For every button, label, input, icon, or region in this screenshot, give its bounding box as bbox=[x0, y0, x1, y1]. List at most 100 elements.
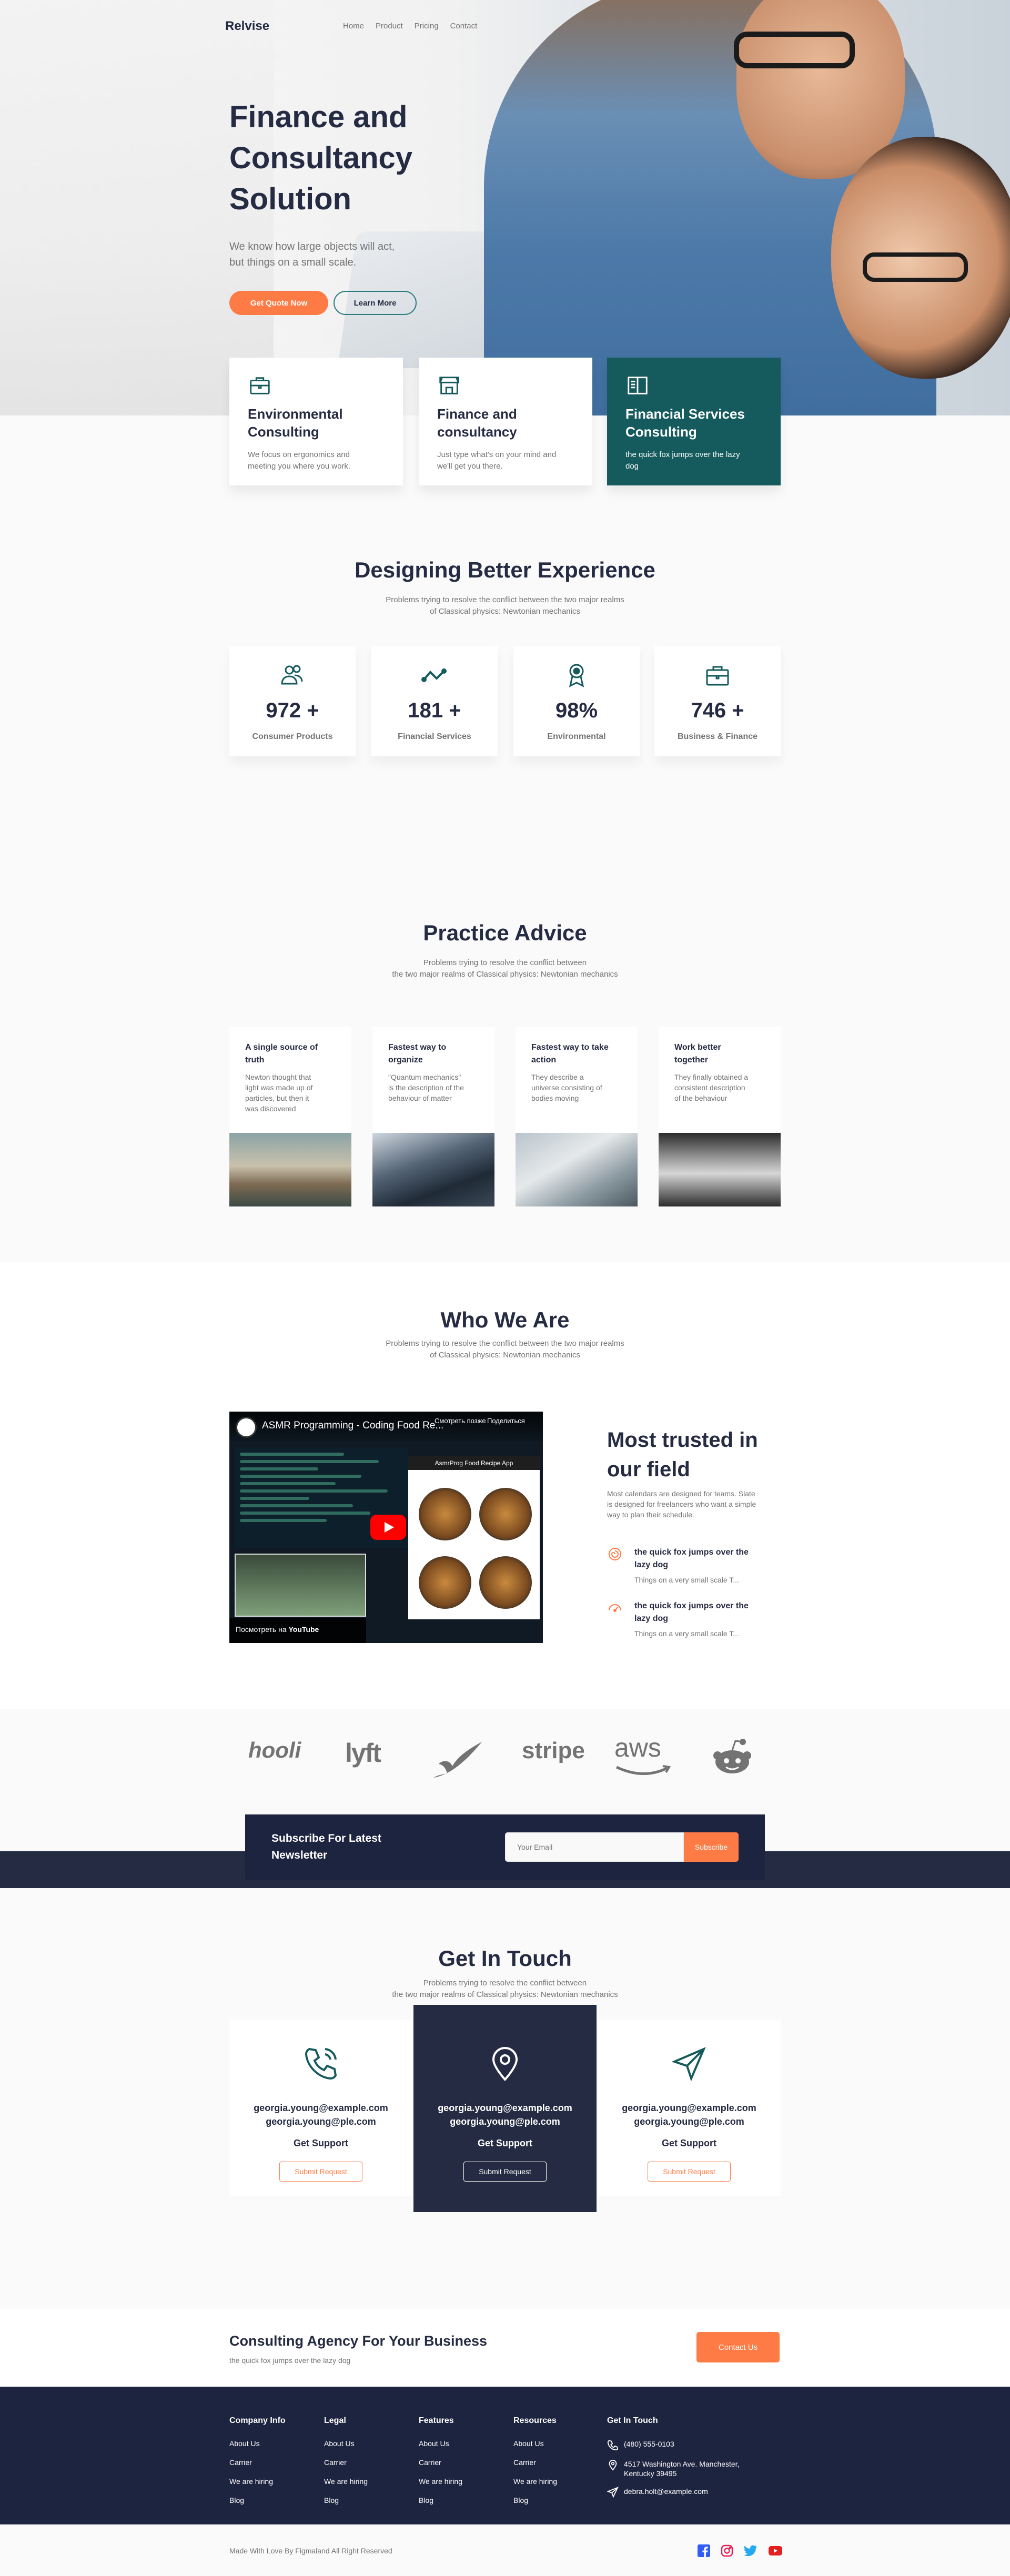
footer-column-company: Company Info About Us Carrier We are hir… bbox=[229, 2416, 286, 2515]
subscribe-title: Subscribe For Latest Newsletter bbox=[271, 1832, 381, 1861]
stat-label: Financial Services bbox=[398, 732, 471, 741]
phone-icon bbox=[607, 2440, 619, 2451]
feature-card-financial-services[interactable]: Financial Services Consulting the quick f… bbox=[607, 358, 781, 485]
footer-link[interactable]: Carrier bbox=[229, 2458, 286, 2467]
practice-card[interactable]: Fastest way to take action They describe … bbox=[516, 1027, 638, 1206]
footer-link[interactable]: Blog bbox=[513, 2496, 557, 2504]
nav-link-pricing[interactable]: Pricing bbox=[415, 22, 439, 31]
share-button[interactable]: Поделиться bbox=[487, 1417, 525, 1425]
submit-request-button[interactable]: Submit Request bbox=[648, 2162, 731, 2182]
practice-card-title: Work better together bbox=[674, 1043, 721, 1064]
contact-us-button[interactable]: Contact Us bbox=[696, 2332, 780, 2362]
facebook-icon[interactable] bbox=[698, 2544, 710, 2557]
play-button[interactable] bbox=[370, 1515, 406, 1540]
hero-title-line: Consultancy bbox=[229, 141, 413, 175]
footer-link[interactable]: We are hiring bbox=[419, 2477, 462, 2486]
nav-link-contact[interactable]: Contact bbox=[450, 22, 478, 31]
contact-email[interactable]: georgia.young@example.com bbox=[598, 2101, 781, 2115]
footer-link[interactable]: Blog bbox=[419, 2496, 462, 2504]
contact-email[interactable]: georgia.young@ple.com bbox=[413, 2115, 597, 2128]
footer-link[interactable]: About Us bbox=[513, 2439, 557, 2448]
footer-link[interactable]: We are hiring bbox=[513, 2477, 557, 2486]
email-input[interactable] bbox=[505, 1832, 684, 1862]
briefcase-icon bbox=[706, 666, 729, 686]
practice-card[interactable]: A single source of truth Newton thought t… bbox=[229, 1027, 351, 1206]
stat-card-business-finance: 746 + Business & Finance bbox=[654, 646, 781, 756]
feature-text: the quick fox jumps over the lazy dog bbox=[625, 450, 740, 471]
feature-text: Just type what's on your mind and we'll g… bbox=[437, 450, 557, 471]
subscribe-button[interactable]: Subscribe bbox=[684, 1832, 739, 1862]
get-in-touch-section: Get In Touch Problems trying to resolve … bbox=[0, 1893, 1010, 2309]
watch-on-youtube[interactable]: Посмотреть на YouTube bbox=[229, 1618, 366, 1643]
hero-subtitle: We know how large objects will act, but … bbox=[229, 239, 440, 270]
section-title: Practice Advice bbox=[423, 920, 587, 945]
location-pin-icon bbox=[492, 2047, 518, 2081]
briefcase-icon bbox=[250, 377, 270, 394]
brand-logo[interactable]: Relvise bbox=[225, 19, 269, 34]
practice-card[interactable]: Work better together They finally obtaine… bbox=[659, 1027, 781, 1206]
client-logo-reddit bbox=[713, 1739, 751, 1773]
footer-link[interactable]: Blog bbox=[324, 2496, 368, 2504]
practice-card-title: A single source of truth bbox=[245, 1043, 318, 1064]
app-header: AsmrProg Food Recipe App bbox=[408, 1456, 540, 1470]
contact-email[interactable]: georgia.young@example.com bbox=[229, 2101, 412, 2115]
get-support-label: Get Support bbox=[294, 2138, 348, 2148]
nav-link-home[interactable]: Home bbox=[343, 22, 364, 31]
video-keyboard-image bbox=[235, 1554, 366, 1617]
video-title[interactable]: ASMR Programming - Coding Food Re... bbox=[262, 1420, 443, 1432]
watch-later-button[interactable]: Смотреть позже bbox=[435, 1417, 486, 1425]
who-we-are-section: Who We Are Problems trying to resolve th… bbox=[0, 1262, 1010, 1709]
contact-email[interactable]: georgia.young@example.com bbox=[413, 2101, 597, 2115]
contact-email[interactable]: georgia.young@ple.com bbox=[598, 2115, 781, 2128]
footer-link[interactable]: Blog bbox=[229, 2496, 286, 2504]
footer-link[interactable]: Carrier bbox=[513, 2458, 557, 2467]
hero-title: Finance and Consultancy Solution bbox=[229, 97, 503, 220]
cta-section: Consulting Agency For Your Business the … bbox=[0, 2309, 1010, 2387]
feature-title: Finance and consultancy bbox=[437, 406, 517, 440]
speedometer-icon bbox=[609, 1604, 621, 1612]
get-quote-button[interactable]: Get Quote Now bbox=[229, 291, 328, 315]
practice-image-laptop bbox=[516, 1133, 638, 1206]
footer-link[interactable]: About Us bbox=[419, 2439, 462, 2448]
submit-request-button[interactable]: Submit Request bbox=[279, 2162, 362, 2182]
client-logo-aws: aws bbox=[614, 1733, 661, 1762]
twitter-icon[interactable] bbox=[744, 2544, 758, 2557]
footer-email[interactable]: debra.holt@example.com bbox=[607, 2487, 775, 2498]
practice-card-text: They describe a universe consisting of bod… bbox=[531, 1073, 602, 1102]
feature-card-environmental[interactable]: Environmental Consulting We focus on ergo… bbox=[229, 358, 403, 485]
trusted-item-text: Things on a very small scale T... bbox=[634, 1629, 739, 1638]
social-links bbox=[698, 2544, 783, 2557]
food-image bbox=[419, 1556, 471, 1609]
feature-card-finance[interactable]: Finance and consultancy Just type what's … bbox=[419, 358, 592, 485]
practice-card[interactable]: Fastest way to organize "Quantum mechanic… bbox=[372, 1027, 494, 1206]
nav-link-product[interactable]: Product bbox=[376, 22, 403, 31]
stat-card-environmental: 98% Environmental bbox=[513, 646, 640, 756]
learn-more-button[interactable]: Learn More bbox=[334, 291, 417, 315]
footer-link[interactable]: About Us bbox=[324, 2439, 368, 2448]
footer-link[interactable]: We are hiring bbox=[229, 2477, 286, 2486]
footer-phone[interactable]: (480) 555-0103 bbox=[607, 2439, 775, 2451]
footer-link[interactable]: About Us bbox=[229, 2439, 286, 2448]
practice-card-title: Fastest way to organize bbox=[388, 1043, 447, 1064]
footer-address: 4517 Washington Ave. Manchester, Kentucky… bbox=[607, 2459, 775, 2478]
footer: Company Info About Us Carrier We are hir… bbox=[0, 2387, 1010, 2524]
store-icon bbox=[439, 377, 459, 394]
practice-image-meeting bbox=[659, 1133, 781, 1206]
stat-card-consumer-products: 972 + Consumer Products bbox=[229, 646, 356, 756]
submit-request-button[interactable]: Submit Request bbox=[463, 2162, 547, 2182]
food-image bbox=[479, 1556, 532, 1609]
channel-avatar[interactable] bbox=[236, 1417, 257, 1438]
footer-link[interactable]: Carrier bbox=[419, 2458, 462, 2467]
youtube-icon[interactable] bbox=[768, 2544, 783, 2557]
subscribe-section: Subscribe For LatestNewsletter Subscribe bbox=[0, 1814, 1010, 1893]
video-player[interactable]: AsmrProg Food Recipe App ASMR Programmin… bbox=[229, 1412, 543, 1643]
footer-link[interactable]: We are hiring bbox=[324, 2477, 368, 2486]
contact-email[interactable]: georgia.young@ple.com bbox=[229, 2115, 412, 2128]
book-icon bbox=[628, 377, 648, 394]
food-image bbox=[479, 1488, 532, 1540]
practice-card-title: Fastest way to take action bbox=[531, 1043, 609, 1064]
stat-label: Environmental bbox=[547, 732, 606, 741]
instagram-icon[interactable] bbox=[721, 2544, 733, 2557]
footer-link[interactable]: Carrier bbox=[324, 2458, 368, 2467]
hero-title-line: Solution bbox=[229, 182, 351, 216]
